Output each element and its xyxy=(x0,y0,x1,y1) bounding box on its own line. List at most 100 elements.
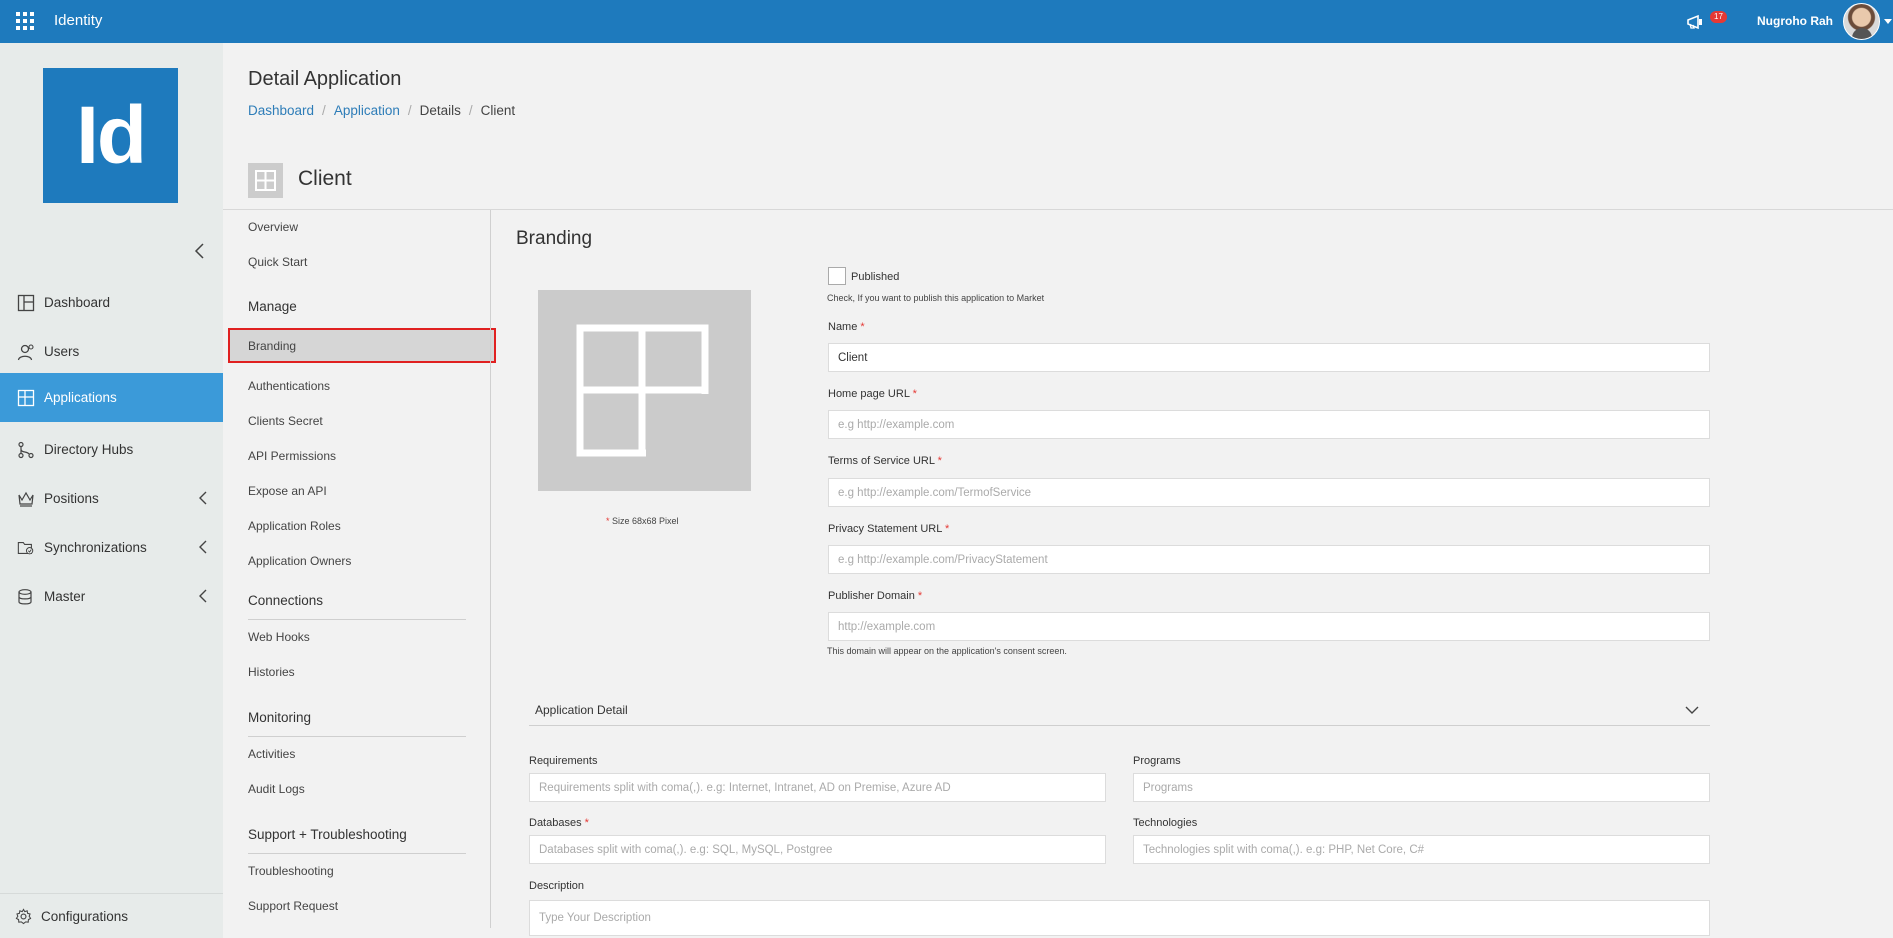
required-marker: * xyxy=(584,817,589,829)
subnav-item-application-roles[interactable]: Application Roles xyxy=(248,519,341,533)
user-name[interactable]: Nugroho Rah xyxy=(1757,14,1833,28)
breadcrumb-link-application[interactable]: Application xyxy=(334,103,400,118)
databases-input[interactable] xyxy=(529,835,1106,864)
subnav-item-overview[interactable]: Overview xyxy=(248,220,298,234)
size-note-text: Size 68x68 Pixel xyxy=(612,516,679,526)
nav-item-synchronizations[interactable]: Synchronizations xyxy=(0,523,223,572)
avatar[interactable] xyxy=(1843,3,1880,40)
caret-down-icon[interactable] xyxy=(1884,19,1892,24)
programs-label: Programs xyxy=(1133,755,1181,767)
subnav-heading-connections: Connections xyxy=(248,593,324,608)
brand-image-upload[interactable] xyxy=(538,290,751,491)
name-label-text: Name xyxy=(828,321,858,333)
chevron-left-icon xyxy=(199,491,207,505)
page-title: Detail Application xyxy=(248,68,402,90)
breadcrumb-current: Client xyxy=(480,103,516,118)
required-marker: * xyxy=(937,455,942,467)
subnav-item-troubleshooting[interactable]: Troubleshooting xyxy=(248,864,334,878)
privacy-url-label-text: Privacy Statement URL xyxy=(828,523,942,535)
section-divider xyxy=(248,736,466,737)
image-size-note: * Size 68x68 Pixel xyxy=(606,516,679,526)
requirements-label: Requirements xyxy=(529,755,598,767)
subnav-item-expose-api[interactable]: Expose an API xyxy=(248,484,327,498)
application-subnav: Overview Quick Start Manage Authenticati… xyxy=(223,210,490,938)
application-detail-accordion[interactable]: Application Detail xyxy=(529,697,1710,726)
homepage-url-input[interactable] xyxy=(828,410,1710,439)
breadcrumb-separator: / xyxy=(468,103,473,118)
client-title: Client xyxy=(298,167,352,190)
breadcrumb-details: Details xyxy=(419,103,461,118)
programs-input[interactable] xyxy=(1133,773,1710,802)
homepage-url-label: Home page URL * xyxy=(828,388,917,400)
nav-item-positions[interactable]: Positions xyxy=(0,474,223,523)
databases-label: Databases * xyxy=(529,817,589,829)
nav-item-master[interactable]: Master xyxy=(0,572,223,621)
left-sidebar: Id Dashboard Users Applications Director… xyxy=(0,43,223,938)
top-bar: Identity 17 Nugroho Rah xyxy=(0,0,1893,43)
positions-icon xyxy=(17,490,35,508)
required-marker: * xyxy=(944,523,950,535)
required-marker: * xyxy=(912,388,917,400)
subnav-item-application-owners[interactable]: Application Owners xyxy=(248,554,351,568)
nav-item-label: Positions xyxy=(44,491,99,506)
published-checkbox[interactable] xyxy=(828,267,846,285)
privacy-url-label: Privacy Statement URL * xyxy=(828,523,949,535)
name-input[interactable] xyxy=(828,343,1710,372)
tos-url-input[interactable] xyxy=(828,478,1710,507)
required-marker: * xyxy=(860,321,865,333)
chevron-down-icon xyxy=(1685,706,1699,714)
nav-item-label: Configurations xyxy=(41,908,129,924)
collapse-sidebar-button[interactable] xyxy=(192,241,208,261)
vertical-divider xyxy=(490,210,491,928)
homepage-url-label-text: Home page URL xyxy=(828,388,910,400)
privacy-url-input[interactable] xyxy=(828,545,1710,574)
nav-item-applications[interactable]: Applications xyxy=(0,373,223,422)
subnav-item-quick-start[interactable]: Quick Start xyxy=(248,255,307,269)
nav-item-label: Master xyxy=(44,589,86,604)
nav-item-label: Users xyxy=(44,344,80,359)
nav-item-label: Directory Hubs xyxy=(44,442,134,457)
publisher-domain-hint: This domain will appear on the applicati… xyxy=(827,646,1067,656)
master-icon xyxy=(17,588,35,606)
apps-grid-icon[interactable] xyxy=(16,12,34,30)
published-hint: Check, If you want to publish this appli… xyxy=(827,293,1045,303)
breadcrumb-separator: / xyxy=(407,103,412,118)
subnav-item-api-permissions[interactable]: API Permissions xyxy=(248,449,336,463)
section-divider xyxy=(248,853,466,854)
subnav-item-activities[interactable]: Activities xyxy=(248,747,295,761)
nav-item-dashboard[interactable]: Dashboard xyxy=(0,278,223,327)
app-title[interactable]: Identity xyxy=(54,12,102,29)
published-label: Published xyxy=(851,271,900,283)
megaphone-icon xyxy=(1687,14,1702,30)
nav-item-users[interactable]: Users xyxy=(0,327,223,376)
subnav-item-web-hooks[interactable]: Web Hooks xyxy=(248,630,310,644)
nav-item-directory-hubs[interactable]: Directory Hubs xyxy=(0,425,223,474)
accordion-label: Application Detail xyxy=(535,703,628,717)
breadcrumb-link-dashboard[interactable]: Dashboard xyxy=(248,103,314,118)
tos-url-label-text: Terms of Service URL xyxy=(828,455,935,467)
requirements-input[interactable] xyxy=(529,773,1106,802)
chevron-left-icon xyxy=(194,243,204,259)
technologies-input[interactable] xyxy=(1133,835,1710,864)
subnav-item-audit-logs[interactable]: Audit Logs xyxy=(248,782,305,796)
nav-item-label: Dashboard xyxy=(44,295,111,310)
subnav-item-histories[interactable]: Histories xyxy=(248,665,295,679)
gear-icon xyxy=(15,907,32,925)
notification-badge: 17 xyxy=(1710,11,1727,23)
publisher-domain-input[interactable] xyxy=(828,612,1710,641)
subnav-item-authentications[interactable]: Authentications xyxy=(248,379,330,393)
subnav-item-branding[interactable]: Branding xyxy=(228,328,496,363)
technologies-label: Technologies xyxy=(1133,817,1198,829)
description-input[interactable] xyxy=(529,900,1710,936)
breadcrumb: Dashboard / Application / Details / Client xyxy=(248,103,515,118)
description-label: Description xyxy=(529,880,585,892)
notifications-button[interactable]: 17 xyxy=(1686,11,1727,32)
dashboard-icon xyxy=(17,294,35,312)
subnav-item-clients-secret[interactable]: Clients Secret xyxy=(248,414,323,428)
subnav-item-support-request[interactable]: Support Request xyxy=(248,899,338,913)
nav-item-label: Applications xyxy=(44,390,117,405)
section-divider xyxy=(248,619,466,620)
section-title: Branding xyxy=(516,228,593,249)
nav-item-configurations[interactable]: Configurations xyxy=(0,893,223,938)
chevron-left-icon xyxy=(199,589,207,603)
